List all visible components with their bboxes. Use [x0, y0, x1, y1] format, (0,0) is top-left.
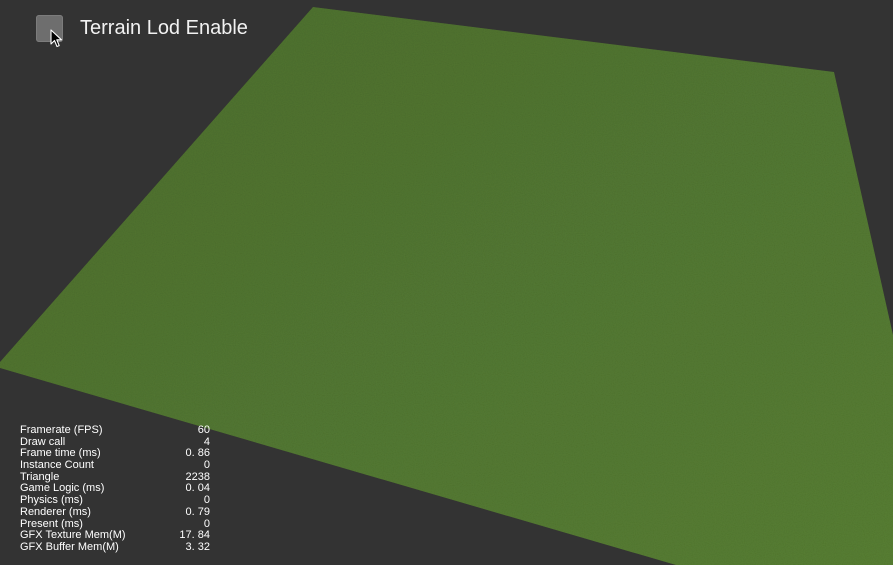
performance-stats-panel: Framerate (FPS) 60 Draw call 4 Frame time (m…: [20, 424, 212, 554]
stat-value: 3. 32: [185, 540, 210, 553]
stat-label: Renderer (ms): [20, 505, 91, 518]
terrain-lod-toggle[interactable]: Terrain Lod Enable: [36, 15, 248, 42]
mouse-cursor-icon: [50, 29, 63, 48]
game-viewport[interactable]: Terrain Lod Enable Framerate (FPS) 60 Draw…: [0, 0, 893, 565]
stat-label: Instance Count: [20, 459, 94, 472]
stat-label: Framerate (FPS): [20, 424, 103, 436]
stat-value: 0: [203, 459, 210, 472]
stat-row: Instance Count 0: [20, 459, 212, 472]
stat-row: Renderer (ms) 0. 79: [20, 505, 212, 519]
stat-value: 0. 79: [185, 505, 210, 518]
stat-row: Framerate (FPS) 60: [20, 424, 212, 437]
lod-toggle-label: Terrain Lod Enable: [80, 17, 248, 39]
stat-value: 60: [197, 424, 210, 436]
stat-label: GFX Buffer Mem(M): [20, 540, 119, 553]
stat-row: GFX Buffer Mem(M) 3. 32: [20, 540, 212, 554]
